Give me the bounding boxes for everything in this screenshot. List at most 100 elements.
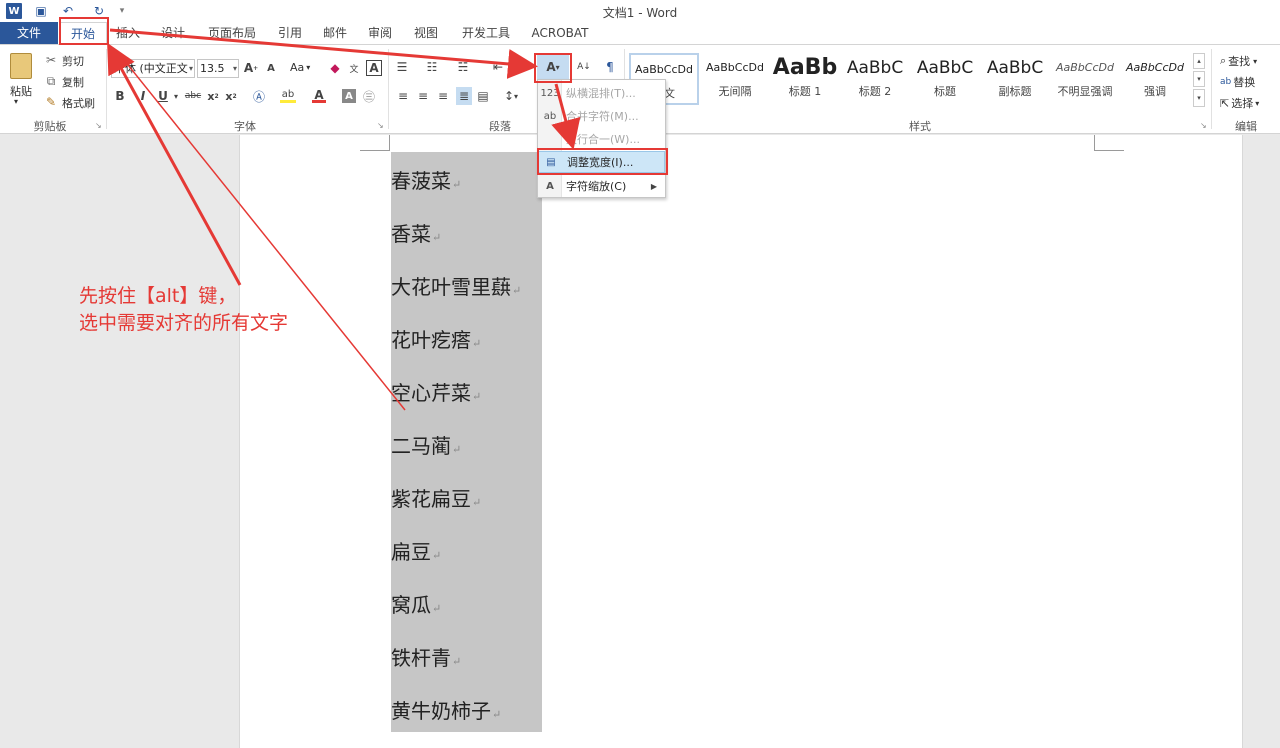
tab-references[interactable]: 引用	[273, 22, 307, 44]
tab-design[interactable]: 设计	[155, 22, 191, 44]
list-item[interactable]: 空心芹菜↵	[391, 377, 481, 406]
list-item[interactable]: 二马蔺↵	[391, 430, 461, 459]
group-separator	[106, 49, 107, 129]
annotation-box-home-tab	[59, 17, 109, 45]
subscript-icon[interactable]: x2	[206, 89, 220, 103]
font-launcher-icon[interactable]: ↘	[377, 121, 384, 130]
styles-launcher-icon[interactable]: ↘	[1200, 121, 1207, 130]
line-text: 铁杆青	[391, 646, 451, 670]
margin-corner-right	[1094, 135, 1124, 151]
format-painter-button[interactable]: 格式刷	[62, 95, 95, 111]
increase-indent-icon[interactable]: ⇥	[510, 59, 526, 75]
text-effects-icon[interactable]: Ⓐ	[251, 89, 267, 104]
font-size-value: 13.5	[200, 62, 225, 75]
justify-icon[interactable]: ≣	[456, 87, 472, 105]
style-subtitle[interactable]: AaBbC 副标题	[980, 53, 1050, 105]
sort-icon[interactable]: A↓	[576, 59, 592, 75]
bold-icon[interactable]: B	[113, 89, 127, 103]
multilevel-list-icon[interactable]: ☵	[455, 59, 471, 75]
combine-characters-icon: ab	[543, 110, 557, 122]
annotation-instruction: 先按住【alt】键， 选中需要对齐的所有文字	[79, 283, 288, 337]
list-item[interactable]: 香菜↵	[391, 218, 441, 247]
annotation-box-fit-text	[537, 148, 668, 175]
list-item[interactable]: 扁豆↵	[391, 536, 441, 565]
tab-developer[interactable]: 开发工具	[455, 22, 517, 44]
styles-more-icon[interactable]: ▾	[1193, 89, 1205, 107]
copy-button[interactable]: 复制	[62, 74, 84, 90]
menu-item-label: 双行合一(W)...	[566, 133, 640, 146]
find-button[interactable]: ⌕ 查找 ▾	[1220, 53, 1257, 69]
character-shading-icon[interactable]: A	[342, 89, 356, 103]
font-size-combo[interactable]: 13.5 ▾	[197, 59, 239, 78]
list-item[interactable]: 花叶疙瘩↵	[391, 324, 481, 353]
tab-file[interactable]: 文件	[0, 22, 58, 44]
styles-scroll-down-icon[interactable]: ▾	[1193, 71, 1205, 87]
tab-insert[interactable]: 插入	[110, 22, 146, 44]
line-spacing-icon[interactable]: ↕ ▾	[500, 89, 522, 103]
tab-view[interactable]: 视图	[409, 22, 443, 44]
menu-item-vertical-in-horizontal[interactable]: 123 纵横混排(T)...	[538, 82, 665, 104]
font-name-combo[interactable]: 宋体 (中文正文 ▾	[111, 59, 195, 78]
list-item[interactable]: 黄牛奶柿子↵	[391, 695, 501, 724]
chevron-down-icon[interactable]: ▾	[172, 89, 180, 103]
submenu-arrow-icon: ▶	[650, 181, 657, 191]
replace-button[interactable]: ab 替换	[1220, 74, 1255, 90]
align-right-icon[interactable]: ≡	[436, 89, 450, 103]
style-emphasis[interactable]: AaBbCcDd 强调	[1120, 53, 1190, 105]
tab-mailings[interactable]: 邮件	[318, 22, 352, 44]
underline-icon[interactable]: U	[156, 89, 170, 103]
tab-review[interactable]: 审阅	[363, 22, 397, 44]
list-item[interactable]: 窝瓜↵	[391, 589, 441, 618]
align-center-icon[interactable]: ≡	[416, 89, 430, 103]
font-color-icon[interactable]: A	[312, 88, 326, 103]
chevron-down-icon: ▾	[188, 64, 193, 73]
align-left-icon[interactable]: ≡	[396, 89, 410, 103]
grow-font-icon[interactable]: A +	[244, 61, 258, 75]
font-name-value: 宋体 (中文正文	[114, 62, 188, 75]
select-button[interactable]: ⇱ 选择 ▾	[1220, 95, 1259, 111]
shrink-font-icon[interactable]: A	[264, 61, 278, 75]
tab-acrobat[interactable]: ACROBAT	[527, 22, 593, 44]
list-item[interactable]: 春菠菜↵	[391, 165, 461, 194]
clipboard-launcher-icon[interactable]: ↘	[95, 121, 102, 130]
paragraph-mark: ↵	[452, 178, 462, 191]
style-heading-2[interactable]: AaBbC 标题 2	[840, 53, 910, 105]
menu-item-combine-characters[interactable]: ab 合并字符(M)...	[538, 105, 665, 127]
character-border-icon[interactable]: A	[366, 60, 382, 76]
menu-item-character-scaling[interactable]: A 字符缩放(C) ▶	[538, 175, 665, 197]
list-item[interactable]: 铁杆青↵	[391, 642, 461, 671]
distributed-icon[interactable]: ▤	[476, 89, 490, 103]
paragraph-mark: ↵	[432, 231, 442, 244]
tab-page-layout[interactable]: 页面布局	[203, 22, 261, 44]
change-case-button[interactable]: Aa ▾	[290, 61, 310, 74]
enclose-characters-icon[interactable]: ㊂	[362, 89, 376, 104]
phonetic-guide-icon[interactable]: 文	[347, 61, 361, 75]
menu-item-label: 字符缩放(C)	[566, 180, 627, 193]
document-page[interactable]: 春菠菜↵ 香菜↵ 大花叶雪里蕻↵ 花叶疙瘩↵ 空心芹菜↵ 二马蔺↵ 紫花扁豆↵ …	[239, 135, 1243, 748]
copy-icon: ⧉	[46, 73, 56, 88]
paste-icon[interactable]	[10, 53, 32, 79]
decrease-indent-icon[interactable]: ⇤	[490, 59, 506, 75]
cut-button[interactable]: 剪切	[62, 53, 84, 69]
numbering-icon[interactable]: ☷	[424, 59, 440, 75]
menu-item-two-lines-in-one[interactable]: 双行合一(W)...	[538, 128, 665, 150]
superscript-icon[interactable]: x2	[224, 89, 238, 103]
list-item[interactable]: 大花叶雪里蕻↵	[391, 271, 521, 300]
style-subtle-emphasis[interactable]: AaBbCcDd 不明显强调	[1050, 53, 1120, 105]
clear-formatting-icon[interactable]: ◆	[328, 61, 342, 75]
show-formatting-marks-icon[interactable]: ¶	[602, 59, 618, 75]
style-heading-1[interactable]: AaBb 标题 1	[770, 53, 840, 105]
annotation-line: 先按住【alt】键，	[79, 285, 237, 307]
chevron-down-icon: ▾	[1255, 98, 1260, 108]
bullets-icon[interactable]: ☰	[394, 59, 410, 75]
italic-icon[interactable]: I	[136, 89, 150, 103]
list-item[interactable]: 紫花扁豆↵	[391, 483, 481, 512]
styles-scroll-up-icon[interactable]: ▴	[1193, 53, 1205, 69]
strikethrough-icon[interactable]: abc	[182, 89, 204, 103]
style-title[interactable]: AaBbC 标题	[910, 53, 980, 105]
highlight-color-icon[interactable]: ab	[280, 89, 296, 103]
style-sample: AaBbCcDd	[1126, 61, 1184, 74]
style-no-spacing[interactable]: AaBbCcDd 无间隔	[700, 53, 770, 105]
style-name: 标题 1	[788, 85, 822, 98]
paste-dropdown-icon[interactable]: ▾	[14, 97, 18, 106]
